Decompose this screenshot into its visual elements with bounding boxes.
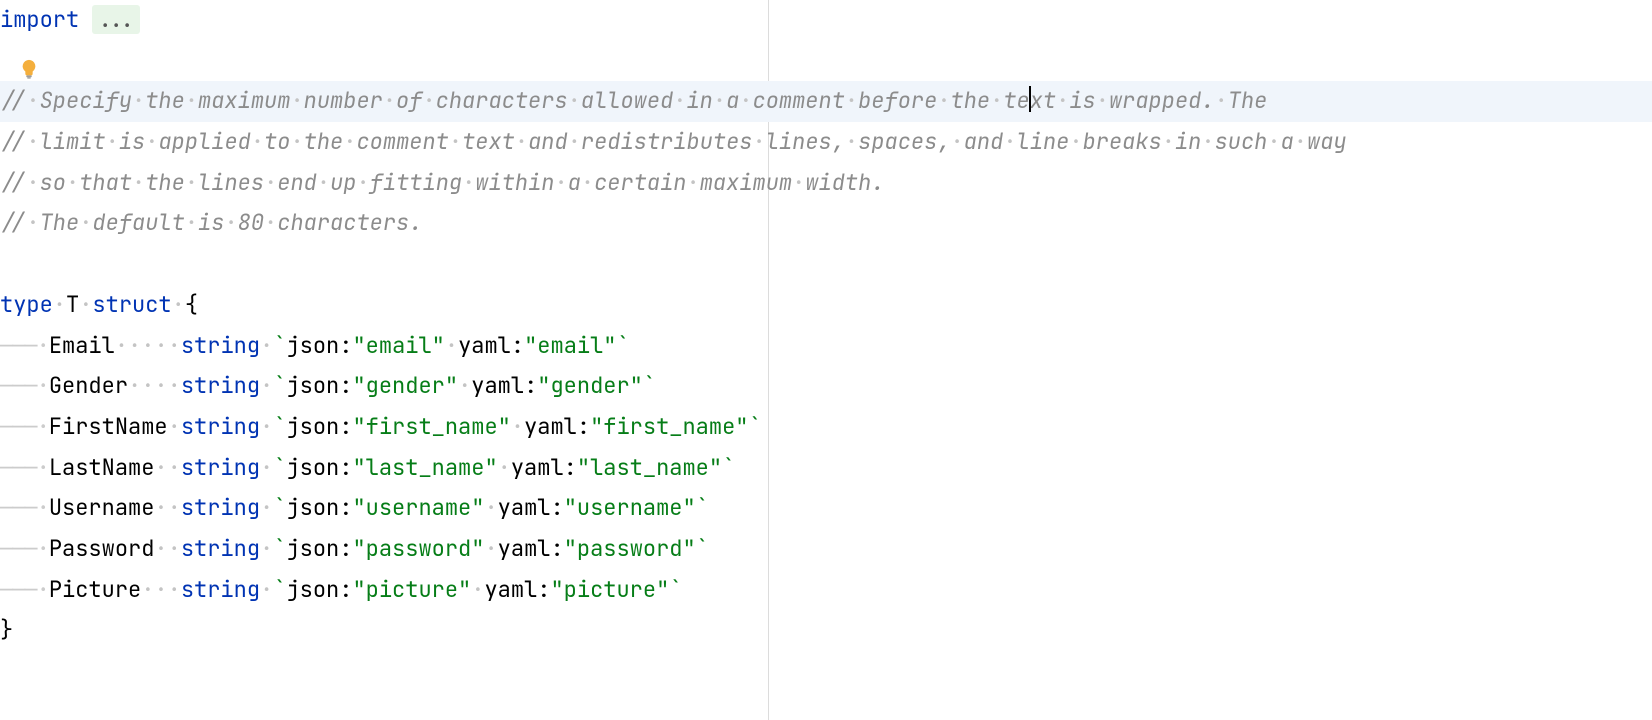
struct-tag: ` xyxy=(273,453,286,482)
struct-field-line[interactable]: ———·Picture···string·`json:"picture"·yam… xyxy=(0,570,1652,611)
code-editor[interactable]: import ... //·Specify·the·maximum·number… xyxy=(0,0,1652,651)
struct-field-line[interactable]: ———·LastName··string·`json:"last_name"·y… xyxy=(0,448,1652,489)
import-keyword: import xyxy=(0,5,79,34)
struct-field-line[interactable]: ———·Gender····string·`json:"gender"·yaml… xyxy=(0,366,1652,407)
blank-line[interactable] xyxy=(0,244,1652,285)
comment-line-1[interactable]: //·Specify·the·maximum·number·of·charact… xyxy=(0,81,1652,122)
type-name: T xyxy=(66,290,79,319)
field-type: string xyxy=(181,493,260,522)
field-name: Username xyxy=(49,493,155,522)
field-type: string xyxy=(181,412,260,441)
comment-text: //·Specify·the·maximum·number·of·charact… xyxy=(0,86,1267,115)
comment-text: //·so·that·the·lines·end·up·fitting·with… xyxy=(0,168,885,197)
intention-bulb-icon[interactable] xyxy=(18,58,40,80)
struct-field-line[interactable]: ———·Password··string·`json:"password"·ya… xyxy=(0,529,1652,570)
comment-line-4[interactable]: //·The·default·is·80·characters. xyxy=(0,203,1652,244)
comment-text: //·The·default·is·80·characters. xyxy=(0,208,422,237)
field-type: string xyxy=(181,575,260,604)
field-name: Password xyxy=(49,534,155,563)
field-name: Gender xyxy=(49,371,128,400)
struct-field-line[interactable]: ———·Email·····string·`json:"email"·yaml:… xyxy=(0,326,1652,367)
struct-keyword: struct xyxy=(92,290,171,319)
comment-line-2[interactable]: //·limit·is·applied·to·the·comment·text·… xyxy=(0,122,1652,163)
field-name: Email xyxy=(49,331,115,360)
struct-tag: ` xyxy=(273,412,286,441)
struct-field-line[interactable]: ———·FirstName·string·`json:"first_name"·… xyxy=(0,407,1652,448)
struct-tag: ` xyxy=(273,331,286,360)
field-type: string xyxy=(181,331,260,360)
struct-open-line[interactable]: type·T·struct·{ xyxy=(0,285,1652,326)
struct-tag: ` xyxy=(273,534,286,563)
comment-line-3[interactable]: //·so·that·the·lines·end·up·fitting·with… xyxy=(0,163,1652,204)
brace-close: } xyxy=(0,615,13,644)
text-cursor xyxy=(1029,86,1031,112)
field-type: string xyxy=(181,453,260,482)
field-name: Picture xyxy=(49,575,141,604)
struct-field-line[interactable]: ———·Username··string·`json:"username"·ya… xyxy=(0,488,1652,529)
field-name: LastName xyxy=(49,453,155,482)
struct-tag: ` xyxy=(273,575,286,604)
field-type: string xyxy=(181,534,260,563)
brace-open: { xyxy=(185,290,198,319)
field-type: string xyxy=(181,371,260,400)
type-keyword: type xyxy=(0,290,53,319)
struct-tag: ` xyxy=(273,371,286,400)
field-name: FirstName xyxy=(49,412,168,441)
struct-tag: ` xyxy=(273,493,286,522)
folded-imports[interactable]: ... xyxy=(92,5,140,34)
comment-text: //·limit·is·applied·to·the·comment·text·… xyxy=(0,127,1347,156)
struct-close-line[interactable]: } xyxy=(0,610,1652,651)
import-line[interactable]: import ... xyxy=(0,0,1652,41)
blank-line[interactable] xyxy=(0,41,1652,82)
